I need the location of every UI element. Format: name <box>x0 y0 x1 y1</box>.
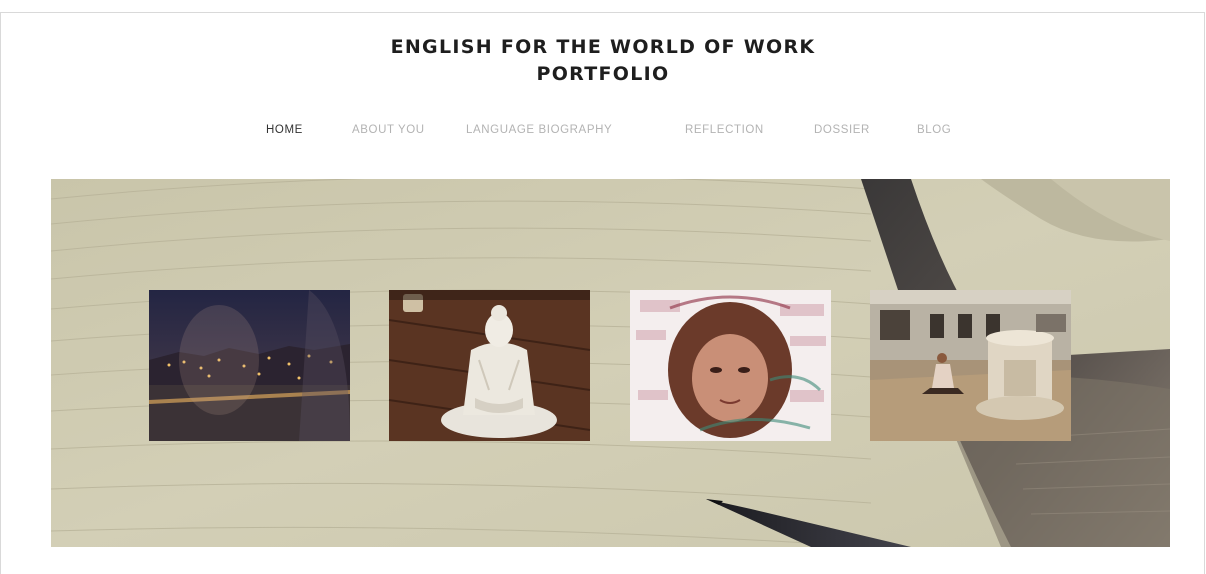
main-navigation: HOME ABOUT YOU LANGUAGE BIOGRAPHY REFLEC… <box>0 124 1206 142</box>
nav-reflection[interactable]: REFLECTION <box>685 124 764 136</box>
site-title[interactable]: ENGLISH FOR THE WORLD OF WORK PORTFOLIO <box>0 34 1206 88</box>
nav-dossier[interactable]: DOSSIER <box>814 124 870 136</box>
photo-buddha-icon <box>389 290 590 441</box>
site-title-line-2: PORTFOLIO <box>536 63 670 85</box>
nav-language-biography[interactable]: LANGUAGE BIOGRAPHY <box>466 124 612 136</box>
thumbnail-night-city[interactable] <box>149 290 350 441</box>
thumbnail-word-collage[interactable] <box>630 290 831 441</box>
photo-night-city-icon <box>149 290 350 441</box>
photo-fountain-icon <box>870 290 1071 441</box>
hero-banner <box>51 179 1170 547</box>
nav-home[interactable]: HOME <box>266 124 303 136</box>
photo-word-collage-icon <box>630 290 831 441</box>
thumbnail-buddha-statue[interactable] <box>389 290 590 441</box>
nav-blog[interactable]: BLOG <box>917 124 951 136</box>
site-title-line-1: ENGLISH FOR THE WORLD OF WORK <box>390 36 816 58</box>
thumbnail-fountain[interactable] <box>870 290 1071 441</box>
nav-about-you[interactable]: ABOUT YOU <box>352 124 425 136</box>
